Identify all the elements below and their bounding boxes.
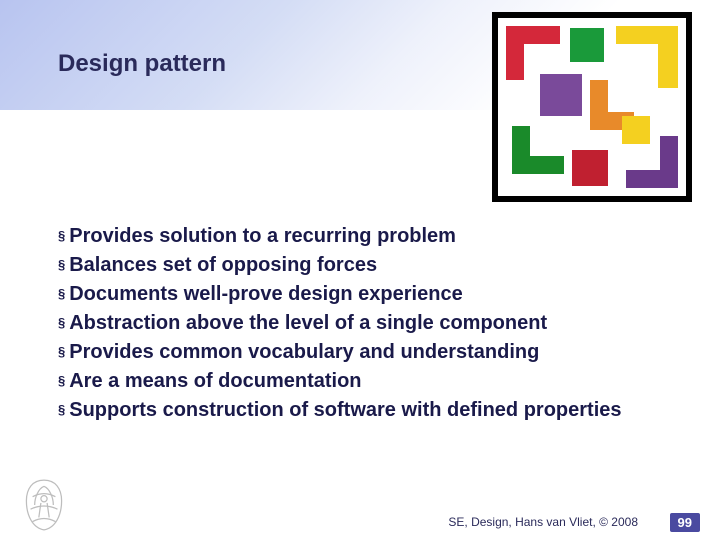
bullet-icon: § (58, 314, 65, 332)
decorative-pattern-graphic (492, 12, 692, 202)
bullet-icon: § (58, 227, 65, 245)
slide-title: Design pattern (58, 50, 226, 78)
bullet-text: Abstraction above the level of a single … (69, 310, 547, 337)
bullet-text: Are a means of documentation (69, 368, 361, 395)
bullet-list: § Provides solution to a recurring probl… (58, 223, 680, 426)
list-item: § Provides solution to a recurring probl… (58, 223, 680, 250)
page-number: 99 (670, 513, 700, 532)
list-item: § Abstraction above the level of a singl… (58, 310, 680, 337)
bullet-text: Documents well-prove design experience (69, 281, 462, 308)
bullet-text: Supports construction of software with d… (69, 397, 621, 424)
bullet-icon: § (58, 401, 65, 419)
bullet-text: Balances set of opposing forces (69, 252, 377, 279)
bullet-text: Provides common vocabulary and understan… (69, 339, 539, 366)
bullet-text: Provides solution to a recurring problem (69, 223, 456, 250)
list-item: § Provides common vocabulary and underst… (58, 339, 680, 366)
list-item: § Supports construction of software with… (58, 397, 680, 424)
bullet-icon: § (58, 285, 65, 303)
publisher-logo-icon (18, 476, 70, 534)
list-item: § Documents well-prove design experience (58, 281, 680, 308)
bullet-icon: § (58, 343, 65, 361)
list-item: § Are a means of documentation (58, 368, 680, 395)
bullet-icon: § (58, 372, 65, 390)
bullet-icon: § (58, 256, 65, 274)
list-item: § Balances set of opposing forces (58, 252, 680, 279)
footer-citation: SE, Design, Hans van Vliet, © 2008 (448, 515, 638, 529)
